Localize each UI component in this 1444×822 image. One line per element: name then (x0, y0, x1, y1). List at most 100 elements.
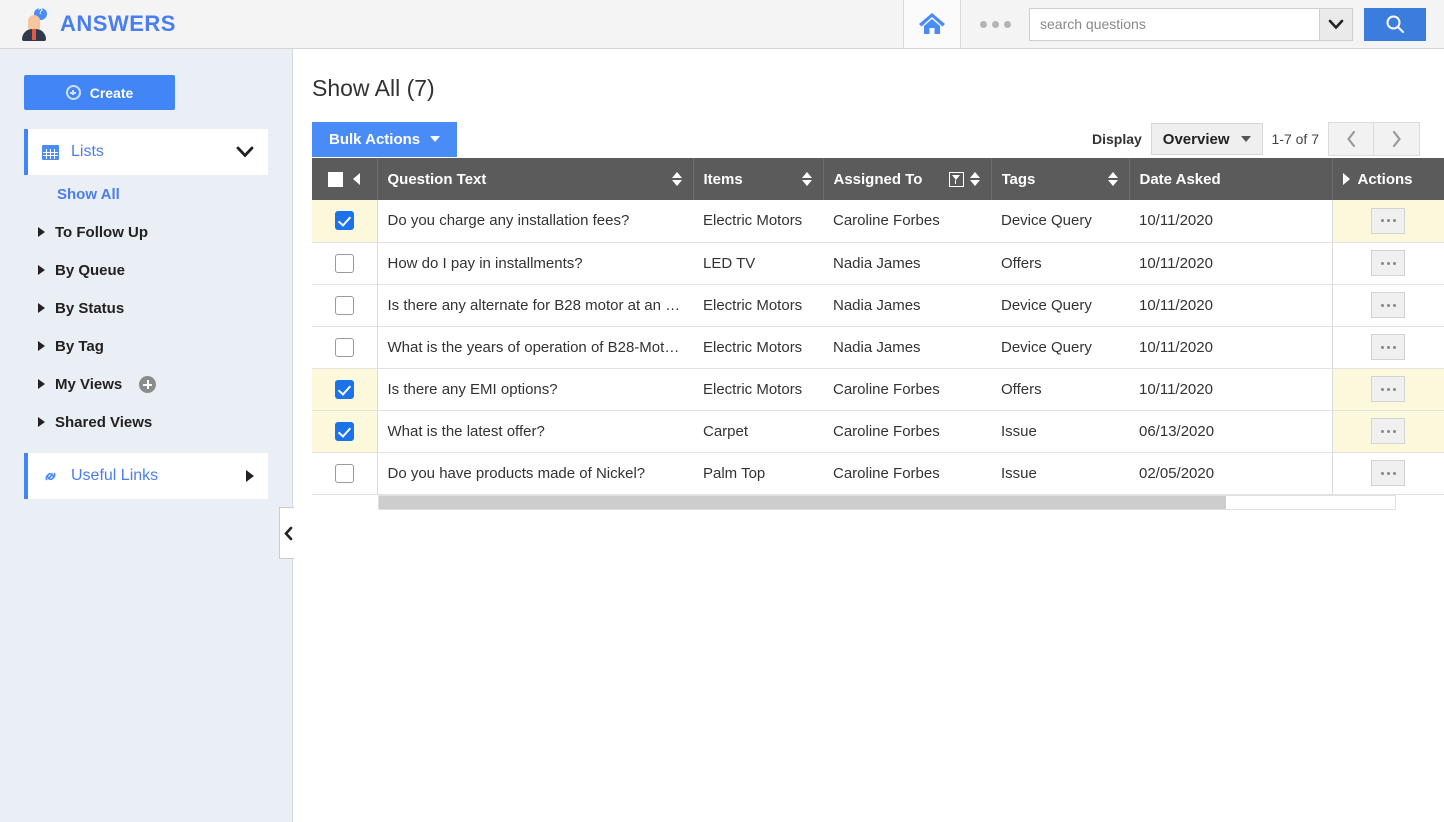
row-checkbox[interactable] (334, 253, 354, 273)
horizontal-scrollbar-thumb[interactable] (379, 495, 1226, 509)
sidebar-item-to-follow-up[interactable]: To Follow Up (0, 213, 292, 251)
row-actions-button[interactable] (1371, 250, 1406, 276)
add-circle-icon[interactable] (139, 375, 157, 393)
column-header-question-text[interactable]: Question Text (377, 158, 694, 200)
row-actions-button[interactable] (1371, 376, 1406, 402)
column-label: Actions (1357, 170, 1413, 188)
sidebar-item-label: Show All (57, 185, 120, 203)
search-input[interactable] (1029, 7, 1319, 41)
search-area (1029, 7, 1444, 41)
brand[interactable]: ANSWERS (0, 7, 176, 41)
bulk-actions-label: Bulk Actions (329, 130, 421, 148)
top-bar: ANSWERS (0, 0, 1444, 49)
sidebar-item-label: Shared Views (55, 413, 153, 431)
select-all-checkbox[interactable] (328, 171, 344, 187)
sort-icon[interactable] (801, 171, 813, 187)
cell-question-text: What is the years of operation of B28-Mo… (377, 326, 693, 369)
chevron-right-icon (38, 341, 45, 351)
sort-icon[interactable] (671, 171, 683, 187)
horizontal-scrollbar-track[interactable] (378, 494, 1396, 510)
column-header-items[interactable]: Items (693, 158, 824, 200)
cell-actions[interactable] (1331, 200, 1444, 243)
person-question-icon (20, 7, 48, 41)
sidebar-section-useful-links[interactable]: Useful Links (24, 453, 268, 499)
ellipsis-icon (1003, 20, 1011, 28)
select-all-column[interactable] (312, 158, 378, 200)
chevron-down-icon[interactable] (236, 146, 254, 158)
search-submit-button[interactable] (1364, 7, 1426, 41)
cell-assigned-to: Caroline Forbes (823, 368, 991, 411)
column-header-actions[interactable]: Actions (1332, 158, 1444, 200)
chevron-right-icon[interactable] (246, 470, 254, 482)
prev-page-button[interactable] (1328, 122, 1374, 156)
row-checkbox[interactable] (334, 211, 354, 231)
table-row[interactable]: Do you charge any installation fees? Ele… (312, 200, 1444, 243)
cell-actions[interactable] (1331, 452, 1444, 495)
row-select-cell[interactable] (312, 368, 378, 411)
filter-icon[interactable] (948, 171, 964, 187)
table-row[interactable]: Is there any EMI options? Electric Motor… (312, 368, 1444, 411)
cell-items: Electric Motors (693, 200, 823, 243)
create-button-label: Create (89, 84, 134, 101)
row-actions-button[interactable] (1371, 334, 1406, 360)
sidebar-item-show-all[interactable]: Show All (0, 175, 292, 213)
sort-icon[interactable] (969, 171, 981, 187)
sidebar-section-label: Lists (71, 143, 104, 160)
cell-actions[interactable] (1331, 284, 1444, 327)
cell-assigned-to: Caroline Forbes (823, 410, 991, 453)
row-checkbox[interactable] (334, 295, 354, 315)
table-body: Do you charge any installation fees? Ele… (312, 200, 1444, 495)
row-actions-button[interactable] (1371, 207, 1406, 234)
chevron-left-icon (1346, 130, 1355, 148)
column-header-date-asked[interactable]: Date Asked (1129, 158, 1333, 200)
column-header-assigned-to[interactable]: Assigned To (823, 158, 992, 200)
table-row[interactable]: How do I pay in installments? LED TV Nad… (312, 242, 1444, 285)
cell-tags: Issue (991, 452, 1129, 495)
cell-actions[interactable] (1331, 368, 1444, 411)
column-header-tags[interactable]: Tags (991, 158, 1130, 200)
column-label: Assigned To (833, 170, 923, 188)
sidebar-item-label: To Follow Up (55, 223, 149, 241)
row-actions-button[interactable] (1371, 460, 1406, 486)
row-checkbox[interactable] (334, 463, 354, 483)
cell-assigned-to: Caroline Forbes (823, 452, 991, 495)
next-page-button[interactable] (1374, 122, 1420, 156)
cell-actions[interactable] (1331, 242, 1444, 285)
sidebar-item-by-tag[interactable]: By Tag (0, 327, 292, 365)
display-mode-value: Overview (1162, 130, 1230, 148)
chevron-right-icon[interactable] (1342, 173, 1350, 185)
table-horizontal-scroll-row (312, 494, 1444, 512)
row-actions-button[interactable] (1371, 418, 1406, 444)
sidebar-item-by-queue[interactable]: By Queue (0, 251, 292, 289)
table-row[interactable]: What is the latest offer? Carpet Carolin… (312, 410, 1444, 453)
table-row[interactable]: Is there any alternate for B28 motor at … (312, 284, 1444, 327)
row-checkbox[interactable] (334, 337, 354, 357)
sidebar-item-my-views[interactable]: My Views (0, 365, 292, 403)
search-scope-dropdown[interactable] (1319, 7, 1353, 41)
sidebar-section-lists[interactable]: Lists (24, 129, 268, 175)
bulk-actions-button[interactable]: Bulk Actions (312, 121, 458, 157)
table-row[interactable]: Do you have products made of Nickel? Pal… (312, 452, 1444, 495)
more-options-button[interactable] (961, 0, 1029, 48)
create-button[interactable]: Create (24, 75, 175, 110)
row-select-cell[interactable] (312, 410, 378, 453)
sort-icon[interactable] (1107, 171, 1119, 187)
sidebar-item-by-status[interactable]: By Status (0, 289, 292, 327)
row-select-cell[interactable] (312, 242, 378, 285)
questions-table: Question Text Items Assigned To Tags Dat… (312, 158, 1444, 495)
cell-actions[interactable] (1331, 326, 1444, 369)
column-label: Question Text (387, 170, 487, 188)
cell-actions[interactable] (1331, 410, 1444, 453)
chevron-left-icon[interactable] (353, 173, 361, 185)
row-select-cell[interactable] (312, 284, 378, 327)
display-mode-select[interactable]: Overview (1150, 123, 1263, 155)
table-row[interactable]: What is the years of operation of B28-Mo… (312, 326, 1444, 369)
row-checkbox[interactable] (334, 421, 354, 441)
row-select-cell[interactable] (312, 326, 378, 369)
row-select-cell[interactable] (312, 452, 378, 495)
row-actions-button[interactable] (1371, 292, 1406, 318)
home-button[interactable] (903, 0, 961, 48)
row-select-cell[interactable] (312, 200, 378, 243)
sidebar-item-shared-views[interactable]: Shared Views (0, 403, 292, 441)
row-checkbox[interactable] (334, 379, 354, 399)
